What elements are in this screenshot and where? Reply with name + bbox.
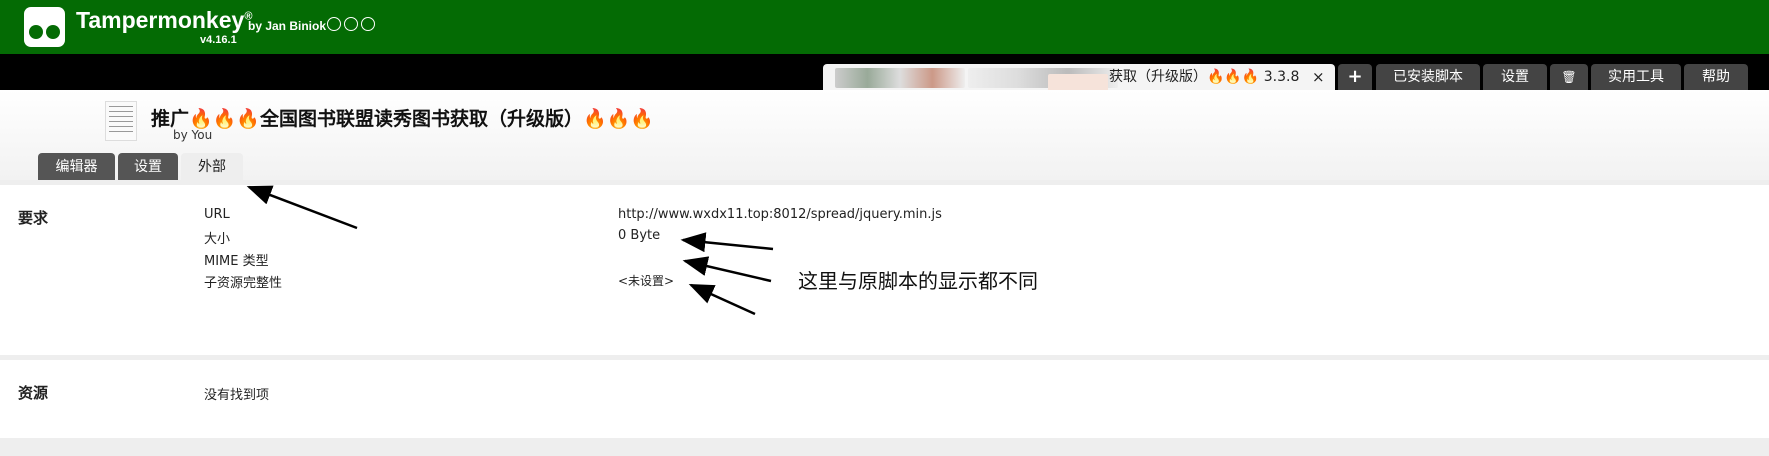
annotation-arrows bbox=[246, 185, 774, 316]
arrow-to-size bbox=[680, 232, 774, 253]
arrow-to-external-tab bbox=[246, 185, 358, 230]
arrow-to-sri bbox=[688, 283, 756, 316]
arrow-to-mime bbox=[682, 256, 772, 283]
